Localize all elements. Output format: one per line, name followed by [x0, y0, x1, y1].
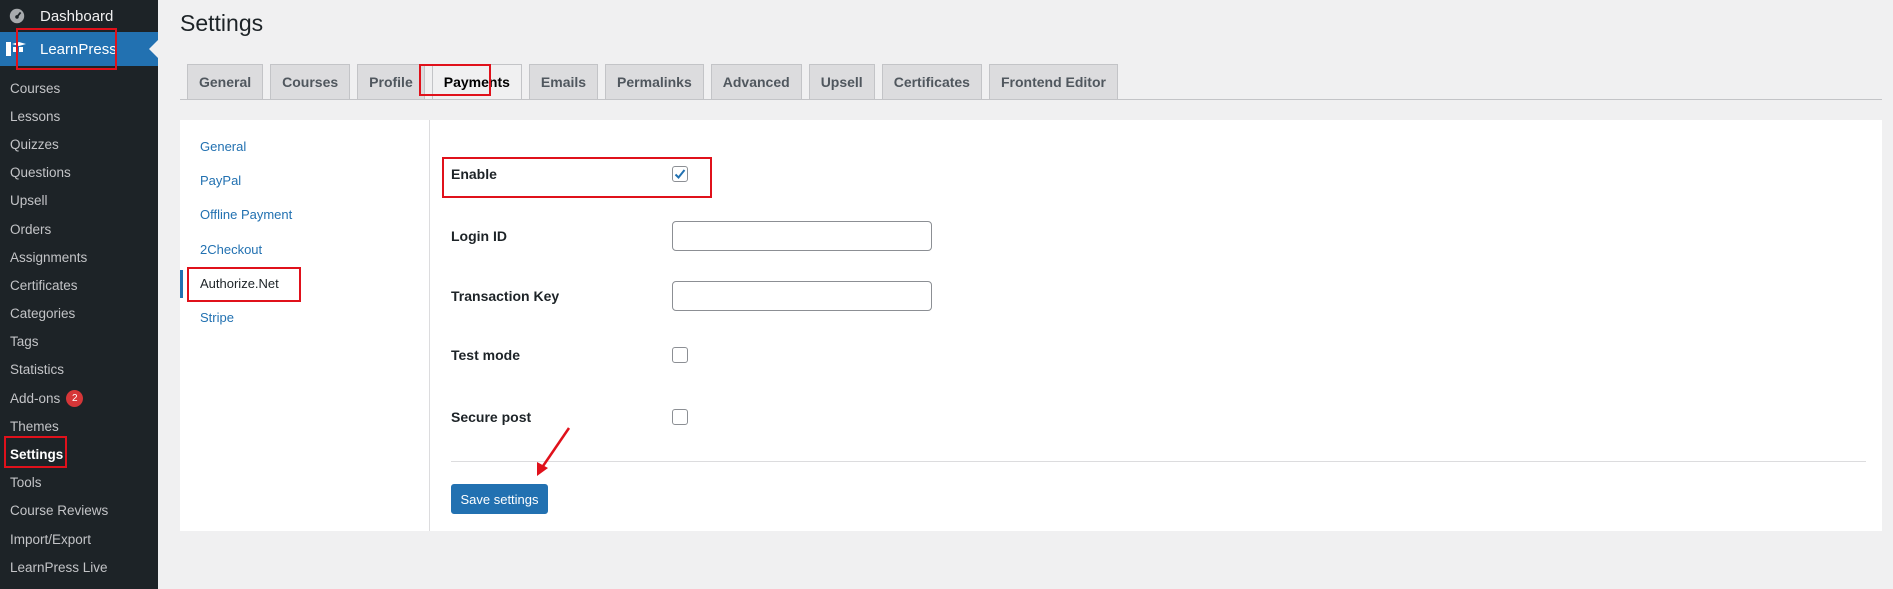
tabs-baseline — [180, 99, 1882, 100]
sidebar-item-learnpress[interactable]: LearnPress — [0, 32, 158, 66]
payment-gateway-nav: General PayPal Offline Payment 2Checkout… — [180, 120, 430, 531]
sidebar-item-label: Dashboard — [40, 7, 114, 25]
sidebar-item-assignments[interactable]: Assignments — [0, 243, 158, 271]
sidebar-item-orders[interactable]: Orders — [0, 215, 158, 243]
tab-courses[interactable]: Courses — [270, 64, 351, 99]
sidebar-item-questions[interactable]: Questions — [0, 159, 158, 187]
current-menu-arrow — [149, 40, 158, 58]
subnav-2checkout[interactable]: 2Checkout — [200, 242, 262, 257]
sidebar-item-course-reviews[interactable]: Course Reviews — [0, 497, 158, 525]
sidebar-item-lessons[interactable]: Lessons — [0, 102, 158, 130]
secure-post-checkbox[interactable] — [672, 409, 688, 425]
sidebar-item-label: Upsell — [10, 193, 48, 209]
sidebar-item-certificates[interactable]: Certificates — [0, 271, 158, 299]
login-id-label: Login ID — [451, 228, 507, 244]
form-divider — [451, 461, 1866, 462]
transaction-key-input[interactable] — [672, 281, 932, 311]
enable-label: Enable — [451, 166, 497, 182]
test-mode-label: Test mode — [451, 347, 520, 363]
sidebar-item-tags[interactable]: Tags — [0, 328, 158, 356]
checkmark-icon — [674, 169, 686, 179]
save-settings-button[interactable]: Save settings — [451, 484, 548, 514]
sidebar-item-quizzes[interactable]: Quizzes — [0, 130, 158, 158]
sidebar-item-courses[interactable]: Courses — [0, 74, 158, 102]
sidebar-item-learnpress-live[interactable]: LearnPress Live — [0, 553, 158, 581]
sidebar-item-label: Course Reviews — [10, 503, 109, 519]
subnav-general[interactable]: General — [200, 139, 246, 154]
sidebar-item-label: Tools — [10, 475, 42, 491]
sidebar-item-import-export[interactable]: Import/Export — [0, 525, 158, 553]
sidebar-item-label: Statistics — [10, 362, 65, 378]
learnpress-submenu: Courses Lessons Quizzes Questions Upsell… — [0, 74, 158, 581]
dashboard-gauge-icon — [8, 7, 26, 25]
tab-frontend-editor[interactable]: Frontend Editor — [988, 64, 1118, 99]
secure-post-label: Secure post — [451, 409, 532, 425]
sidebar-item-label: LearnPress Live — [10, 559, 108, 575]
sidebar-item-label: Certificates — [10, 277, 78, 293]
sidebar-item-label: Quizzes — [10, 136, 59, 152]
tab-profile[interactable]: Profile — [357, 64, 425, 99]
tab-payments[interactable]: Payments — [431, 64, 522, 99]
sidebar-item-themes[interactable]: Themes — [0, 412, 158, 440]
tab-upsell[interactable]: Upsell — [808, 64, 875, 99]
sidebar-item-label: LearnPress — [40, 40, 117, 58]
subnav-offline-payment[interactable]: Offline Payment — [200, 207, 292, 222]
test-mode-checkbox[interactable] — [672, 347, 688, 363]
page-title: Settings — [180, 10, 264, 36]
tab-general[interactable]: General — [187, 64, 264, 99]
sidebar-item-label: Import/Export — [10, 531, 92, 547]
sidebar-item-categories[interactable]: Categories — [0, 300, 158, 328]
tab-certificates[interactable]: Certificates — [881, 64, 982, 99]
sidebar-item-tools[interactable]: Tools — [0, 469, 158, 497]
sidebar-item-label: Add-ons — [10, 390, 61, 406]
learnpress-logo-icon — [6, 40, 26, 58]
tab-advanced[interactable]: Advanced — [710, 64, 802, 99]
sidebar-item-label: Categories — [10, 306, 76, 322]
sidebar-item-label: Courses — [10, 80, 61, 96]
sidebar-item-label: Questions — [10, 165, 71, 181]
sidebar-item-label: Tags — [10, 334, 39, 350]
enable-checkbox[interactable] — [672, 166, 688, 182]
subnav-stripe[interactable]: Stripe — [200, 310, 234, 325]
active-indicator — [180, 270, 183, 298]
sidebar-item-label: Themes — [10, 418, 59, 434]
sidebar-item-label: Orders — [10, 221, 52, 237]
sidebar-item-add-ons[interactable]: Add-ons 2 — [0, 384, 158, 412]
tab-permalinks[interactable]: Permalinks — [605, 64, 704, 99]
sidebar-item-label: Lessons — [10, 108, 61, 124]
sidebar-item-dashboard[interactable]: Dashboard — [0, 0, 158, 32]
settings-panel: General PayPal Offline Payment 2Checkout… — [180, 120, 1882, 531]
transaction-key-label: Transaction Key — [451, 288, 560, 304]
sidebar-item-label: Assignments — [10, 249, 88, 265]
sidebar-item-upsell[interactable]: Upsell — [0, 187, 158, 215]
subnav-authorize-net[interactable]: Authorize.Net — [200, 276, 279, 291]
settings-tabs: General Courses Profile Payments Emails … — [187, 64, 1125, 100]
update-count-badge: 2 — [66, 389, 84, 407]
sidebar-item-statistics[interactable]: Statistics — [0, 356, 158, 384]
tab-emails[interactable]: Emails — [528, 64, 599, 99]
subnav-paypal[interactable]: PayPal — [200, 173, 241, 188]
login-id-input[interactable] — [672, 221, 932, 251]
sidebar-item-label: Settings — [10, 447, 64, 463]
sidebar-item-settings[interactable]: Settings — [0, 440, 158, 468]
admin-sidebar: Dashboard LearnPress Courses Lessons Qui… — [0, 0, 158, 589]
